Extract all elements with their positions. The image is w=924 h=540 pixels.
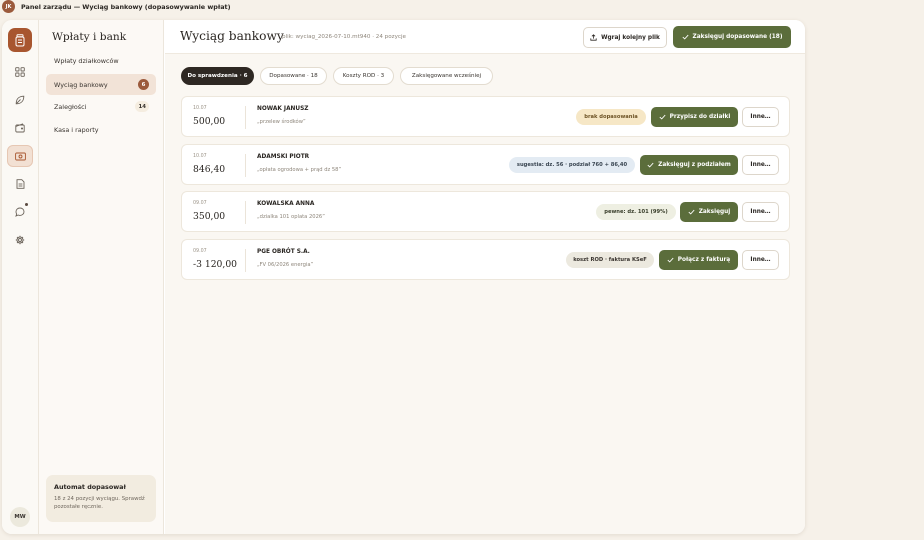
icon-rail: MW xyxy=(2,20,39,534)
transaction-date: 10.07 xyxy=(193,154,207,159)
divider xyxy=(245,106,246,129)
app-logo[interactable] xyxy=(8,28,32,52)
transaction-date: 09.07 xyxy=(193,249,207,254)
more-options-button[interactable]: Inne… xyxy=(742,202,779,222)
sidebar-item-cash-reports[interactable]: Kasa i raporty xyxy=(46,119,156,140)
tab-matched[interactable]: Dopasowane · 18 xyxy=(260,67,327,85)
assign-to-plot-button[interactable]: Przypisz do działki xyxy=(651,107,738,127)
app-window: MW Wpłaty i bank Wpłaty działkowców Wyci… xyxy=(2,20,805,534)
transaction-description: „przelew środków” xyxy=(257,119,306,125)
transaction-payer: KOWALSKA ANNA xyxy=(257,201,315,207)
transaction-row: 10.07 500,00 NOWAK JANUSZ „przelew środk… xyxy=(181,96,790,137)
sidebar-item-label: Zaległości xyxy=(54,102,87,111)
more-options-button[interactable]: Inne… xyxy=(742,107,779,127)
auto-match-title: Automat dopasował xyxy=(54,483,126,491)
page-header: Wyciąg bankowy plik: wyciag_2026-07-10.m… xyxy=(165,20,805,54)
gear-icon xyxy=(15,235,25,245)
leaf-icon xyxy=(15,95,25,105)
check-icon xyxy=(667,257,674,263)
transaction-description: „FV 06/2026 energia” xyxy=(257,262,314,268)
divider xyxy=(245,154,246,177)
auto-match-summary: Automat dopasował 18 z 24 pozycji wyciąg… xyxy=(46,475,156,522)
tab-posted-earlier[interactable]: Zaksięgowane wcześniej xyxy=(400,67,493,85)
transaction-payer: PGE OBRÓT S.A. xyxy=(257,249,310,255)
action-label: Zaksięguj z podziałem xyxy=(658,162,731,168)
cost-badge: koszt ROD · faktura KSeF xyxy=(566,252,654,268)
grid-icon xyxy=(15,67,25,77)
upload-icon xyxy=(590,34,597,41)
transaction-row: 09.07 -3 120,00 PGE OBRÓT S.A. „FV 06/20… xyxy=(181,239,790,280)
rail-plots[interactable] xyxy=(7,89,33,111)
rail-messages[interactable] xyxy=(7,201,33,223)
action-label: Zaksięguj xyxy=(698,209,731,215)
user-avatar[interactable]: MW xyxy=(10,507,30,527)
check-icon xyxy=(647,162,654,168)
transaction-date: 10.07 xyxy=(193,106,207,111)
transaction-date: 09.07 xyxy=(193,201,207,206)
sidebar-title: Wpłaty i bank xyxy=(52,31,127,43)
transaction-description: „dzialka 101 oplata 2026” xyxy=(257,214,325,220)
count-badge: 14 xyxy=(135,101,149,112)
divider xyxy=(245,201,246,224)
transaction-amount: 846,40 xyxy=(193,164,226,175)
check-icon xyxy=(659,114,666,120)
post-matched-label: Zaksięguj dopasowane (18) xyxy=(692,34,783,40)
transaction-row: 10.07 846,40 ADAMSKI PIOTR „opłata ogrod… xyxy=(181,144,790,185)
rail-dashboard[interactable] xyxy=(7,61,33,83)
sidebar-item-bank-statement[interactable]: Wyciąg bankowy 6 xyxy=(46,74,156,95)
transaction-payer: ADAMSKI PIOTR xyxy=(257,154,310,160)
window-titlebar: JK Panel zarządu — Wyciąg bankowy (dopas… xyxy=(0,0,924,13)
sidebar: Wpłaty i bank Wpłaty działkowców Wyciąg … xyxy=(39,20,164,534)
transaction-row: 09.07 350,00 KOWALSKA ANNA „dzialka 101 … xyxy=(181,191,790,232)
page-title: Wyciąg bankowy xyxy=(180,29,284,43)
sidebar-item-label: Kasa i raporty xyxy=(54,125,99,134)
file-meta: plik: wyciag_2026-07-10.mt940 · 24 pozyc… xyxy=(282,34,406,40)
chat-icon xyxy=(15,207,25,217)
sidebar-item-label: Wpłaty działkowców xyxy=(54,56,119,65)
sidebar-item-arrears[interactable]: Zaległości 14 xyxy=(46,96,156,117)
notification-dot xyxy=(25,203,28,206)
banknote-icon xyxy=(14,152,26,160)
document-icon xyxy=(16,179,24,189)
count-badge: 6 xyxy=(138,79,149,90)
status-badge: brak dopasowania xyxy=(576,109,646,125)
upload-file-button[interactable]: Wgraj kolejny plik xyxy=(583,27,667,48)
confidence-badge: pewne: dz. 101 (99%) xyxy=(596,204,676,220)
tab-to-review[interactable]: Do sprawdzenia · 6 xyxy=(181,67,254,85)
main-content: Wyciąg bankowy plik: wyciag_2026-07-10.m… xyxy=(165,20,805,534)
rail-documents[interactable] xyxy=(7,173,33,195)
suggestion-badge: sugestia: dz. 56 · podział 760 + 86,40 xyxy=(509,157,635,173)
link-invoice-button[interactable]: Połącz z fakturą xyxy=(659,250,738,270)
transaction-amount: -3 120,00 xyxy=(193,259,238,270)
post-with-split-button[interactable]: Zaksięguj z podziałem xyxy=(640,155,738,175)
divider xyxy=(245,249,246,272)
tab-rod-costs[interactable]: Koszty ROD · 3 xyxy=(333,67,394,85)
transaction-amount: 500,00 xyxy=(193,116,226,127)
transaction-amount: 350,00 xyxy=(193,211,226,222)
check-icon xyxy=(688,209,695,215)
jar-icon xyxy=(15,33,25,46)
app-badge: JK xyxy=(2,0,15,13)
rail-finance[interactable] xyxy=(7,117,33,139)
sidebar-item-member-payments[interactable]: Wpłaty działkowców xyxy=(46,50,156,71)
transaction-payer: NOWAK JANUSZ xyxy=(257,106,309,112)
action-label: Połącz z fakturą xyxy=(677,257,731,263)
action-label: Przypisz do działki xyxy=(669,114,731,120)
upload-file-label: Wgraj kolejny plik xyxy=(601,34,660,41)
post-matched-button[interactable]: Zaksięguj dopasowane (18) xyxy=(673,26,791,48)
rail-settings[interactable] xyxy=(7,229,33,251)
post-button[interactable]: Zaksięguj xyxy=(680,202,738,222)
transaction-description: „opłata ogrodowa + prąd dz 58” xyxy=(257,167,342,173)
rail-bank[interactable] xyxy=(7,145,33,167)
wallet-icon xyxy=(15,123,25,133)
more-options-button[interactable]: Inne… xyxy=(742,250,779,270)
more-options-button[interactable]: Inne… xyxy=(742,155,779,175)
window-title: Panel zarządu — Wyciąg bankowy (dopasowy… xyxy=(21,2,231,11)
sidebar-item-label: Wyciąg bankowy xyxy=(54,80,108,89)
auto-match-text: 18 z 24 pozycji wyciągu. Sprawdź pozosta… xyxy=(54,496,145,511)
check-icon xyxy=(682,34,689,40)
